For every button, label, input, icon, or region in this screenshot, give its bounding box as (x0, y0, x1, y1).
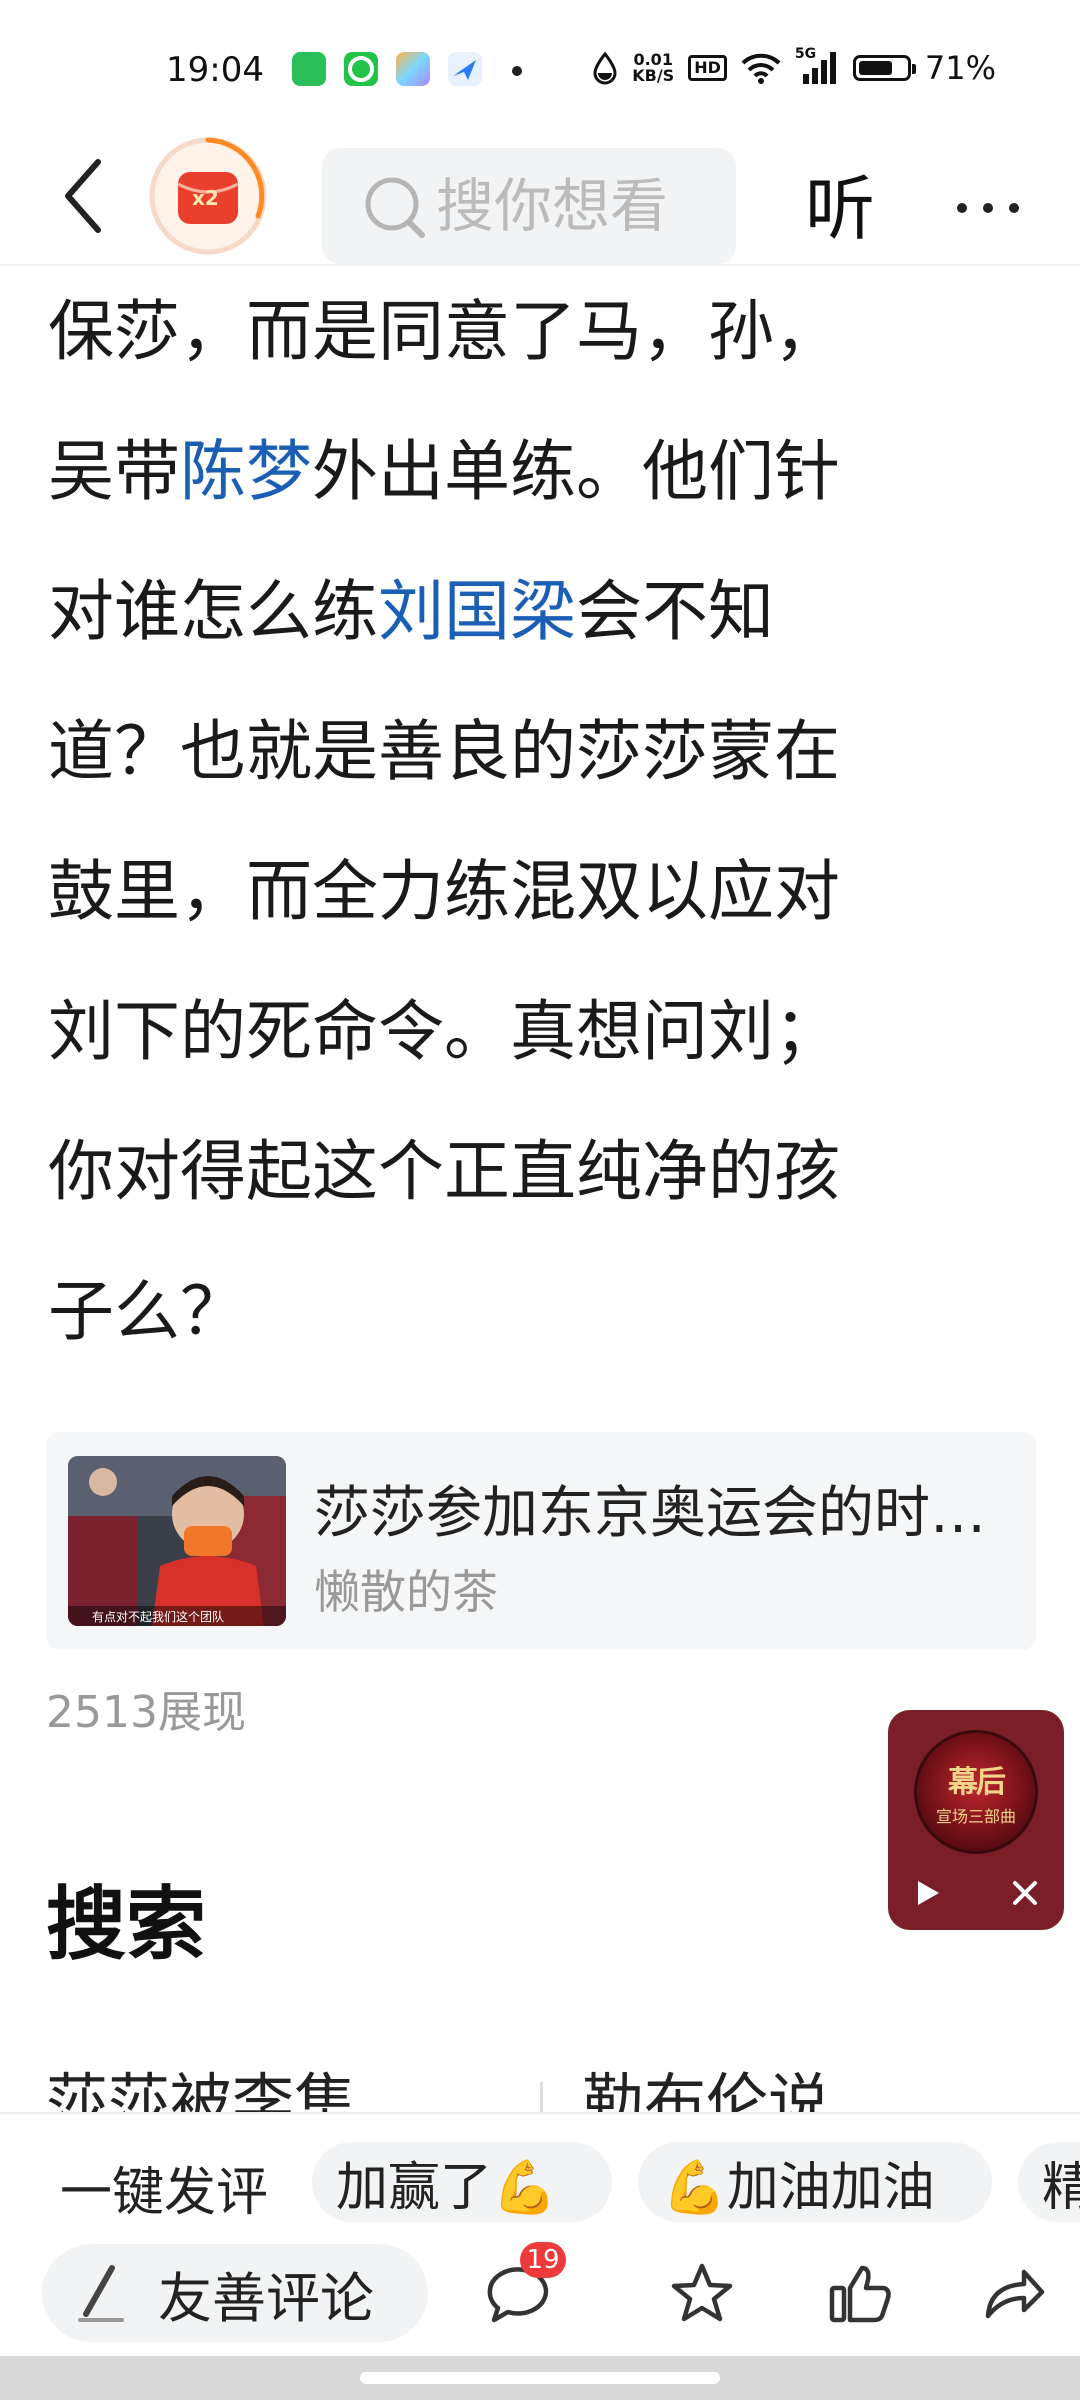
search-suggestion-divider (540, 2082, 543, 2114)
quick-comment-label: 一键发评 (60, 2163, 269, 2223)
quick-comment-chip[interactable]: 精 (1018, 2142, 1080, 2222)
article-text: 子么？ (48, 1273, 246, 1350)
article-text: 你对得起这个正直纯净的孩 (48, 1133, 840, 1210)
hd-badge: HD (688, 55, 727, 81)
like-button[interactable] (818, 2252, 902, 2336)
back-button[interactable] (38, 148, 128, 244)
signal-bars-icon (802, 52, 836, 84)
reference-title: 莎莎参加东京奥运会的时… (314, 1481, 986, 1546)
thumbs-up-icon (829, 2265, 891, 2323)
network-speed-unit: KB/S (632, 66, 675, 85)
reference-thumbnail: 有点对不起我们这个团队 (68, 1456, 286, 1626)
battery-percent: 71% (924, 49, 996, 87)
home-indicator-bar[interactable] (360, 2372, 720, 2384)
search-box[interactable] (322, 148, 736, 264)
article-text: 道？也就是善良的莎莎蒙在 (48, 713, 840, 790)
data-saver-icon (593, 51, 617, 85)
search-suggestion-item[interactable]: 勒布伦说 (582, 2052, 830, 2114)
red-packet-button[interactable]: x2 (146, 134, 270, 258)
search-icon (365, 177, 425, 238)
status-right-group: 0.01 KB/S HD 5G 71% (592, 46, 996, 88)
article-line: 刘下的死命令。真想问刘； (48, 962, 1040, 1102)
app-icon-rainbow-square (396, 52, 430, 86)
article-line: 道？也就是善良的莎莎蒙在 (48, 682, 1040, 822)
audio-cover-subtitle: 宣场三部曲 (935, 1807, 1016, 1826)
back-arrow-icon (65, 159, 101, 233)
wifi-icon (741, 53, 781, 84)
red-packet-multiplier: x2 (192, 186, 219, 210)
audio-cover-art: 幕后 宣场三部曲 (914, 1730, 1038, 1854)
app-icon-blue-plane (448, 52, 482, 86)
article-line: 你对得起这个正直纯净的孩 (48, 1102, 1040, 1242)
article-keyword-link[interactable]: 陈梦 (180, 433, 312, 510)
more-dot-icon (1009, 203, 1019, 213)
favorite-button[interactable] (660, 2252, 744, 2336)
article-line: 吴带陈梦外出单练。他们针 (48, 402, 1040, 542)
article-line: 鼓里，而全力练混双以应对 (48, 822, 1040, 962)
more-dot-icon (983, 203, 993, 213)
search-suggestion-item[interactable]: 莎莎被李隼 (46, 2052, 356, 2114)
cellular-signal: 5G (795, 46, 839, 86)
notification-dot (512, 66, 522, 76)
article-line: 子么？ (48, 1242, 1040, 1382)
battery-icon (852, 55, 916, 81)
star-icon (671, 2263, 733, 2322)
more-options-button[interactable] (940, 178, 1036, 238)
article-body: 保莎，而是同意了马，孙， 吴带陈梦外出单练。他们针 对谁怎么练刘国梁会不知 道？也就是… (48, 262, 1040, 1382)
app-icon-green-ring (344, 52, 378, 86)
article-line: 保莎，而是同意了马，孙， (48, 262, 1040, 402)
comment-placeholder: 友善评论 (158, 2266, 374, 2330)
quick-comment-row: 一键发评 加赢了💪 💪加油加油 精 (0, 2136, 1080, 2224)
search-input[interactable] (434, 171, 736, 241)
status-bar: 19:04 0.01 KB/S HD 5G 71% (0, 0, 1080, 128)
audio-close-button[interactable] (1000, 1868, 1050, 1918)
view-count: 2513展现 (46, 1687, 246, 1738)
article-text: 对谁怎么练 (48, 573, 378, 650)
search-suggestions: 莎莎被李隼 勒布伦说 (46, 2052, 1046, 2114)
article-keyword-link[interactable]: 刘国梁 (378, 573, 576, 650)
reference-author: 懒散的茶 (314, 1565, 498, 1619)
quick-comment-chip[interactable]: 加赢了💪 (312, 2142, 612, 2222)
more-dot-icon (957, 203, 967, 213)
listen-button[interactable]: 听 (792, 148, 888, 258)
status-time: 19:04 (166, 50, 264, 90)
quick-comment-chip[interactable]: 💪加油加油 (638, 2142, 992, 2222)
comment-count-badge: 19 (520, 2242, 566, 2278)
close-icon (1013, 1881, 1037, 1905)
reference-card[interactable]: 有点对不起我们这个团队 莎莎参加东京奥运会的时… 懒散的茶 (46, 1432, 1036, 1650)
share-button[interactable] (972, 2252, 1056, 2336)
article-line: 对谁怎么练刘国梁会不知 (48, 542, 1040, 682)
article-text: 刘下的死命令。真想问刘； (48, 993, 840, 1070)
comment-input[interactable]: 友善评论 (42, 2244, 428, 2342)
share-arrow-icon (985, 2269, 1045, 2319)
article-text: 外出单练。他们针 (312, 433, 840, 510)
reference-thumbnail-caption: 有点对不起我们这个团队 (92, 1610, 225, 1624)
article-text: 会不知 (576, 573, 774, 650)
article-text: 吴带 (48, 433, 180, 510)
audio-play-button[interactable] (902, 1868, 952, 1918)
home-indicator (0, 2356, 1080, 2400)
network-speed: 0.01 KB/S (632, 52, 674, 84)
article-text: 鼓里，而全力练混双以应对 (48, 853, 840, 930)
pen-icon (78, 2265, 124, 2322)
comment-action-bar: 友善评论 19 (0, 2238, 1080, 2354)
app-icon-green-grid (292, 52, 326, 86)
search-section-heading: 搜索 (46, 1878, 206, 1971)
top-nav: x2 听 (0, 128, 1080, 266)
floating-audio-player[interactable]: 幕后 宣场三部曲 (888, 1710, 1064, 1930)
article-text: 保莎，而是同意了马，孙， (48, 293, 840, 370)
audio-cover-title: 幕后 (948, 1765, 1006, 1800)
play-icon (918, 1881, 939, 1905)
